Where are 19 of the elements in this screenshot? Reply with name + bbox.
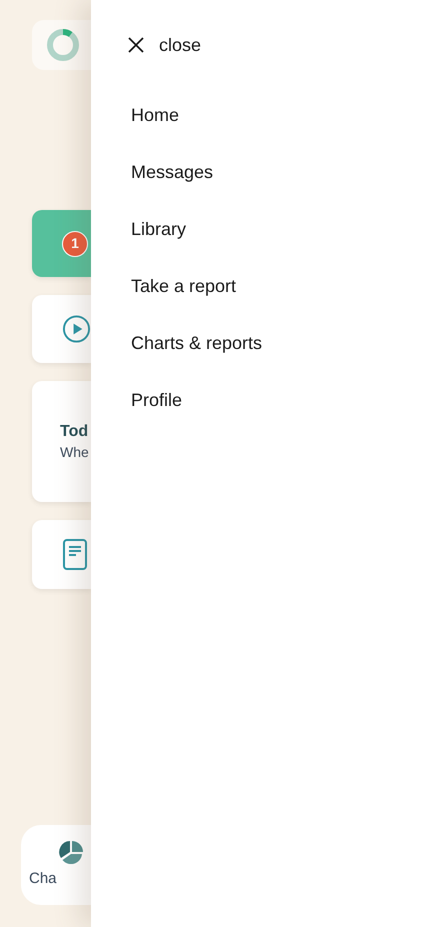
pie-chart-icon [59,840,83,864]
menu-item[interactable]: Messages [131,159,214,185]
play-icon [62,314,91,344]
close-icon [127,36,145,54]
menu-item[interactable]: Home [131,102,180,128]
document-icon [63,539,87,570]
document-card[interactable] [32,520,91,589]
nav-label[interactable]: Cha [29,868,57,890]
progress-ring [46,28,80,62]
menu-item[interactable]: Library [131,216,186,242]
menu-item[interactable]: Charts & reports [131,330,262,356]
card-subtitle: Whe [60,442,90,462]
close-button[interactable]: close [127,32,202,58]
info-card[interactable]: Tod Whe [32,381,91,502]
card-title: Tod [60,422,90,442]
video-card[interactable] [32,295,91,363]
count-badge: 1 [62,230,88,256]
menu-item[interactable]: Take a report [131,273,236,299]
menu-item[interactable]: Profile [131,387,182,413]
